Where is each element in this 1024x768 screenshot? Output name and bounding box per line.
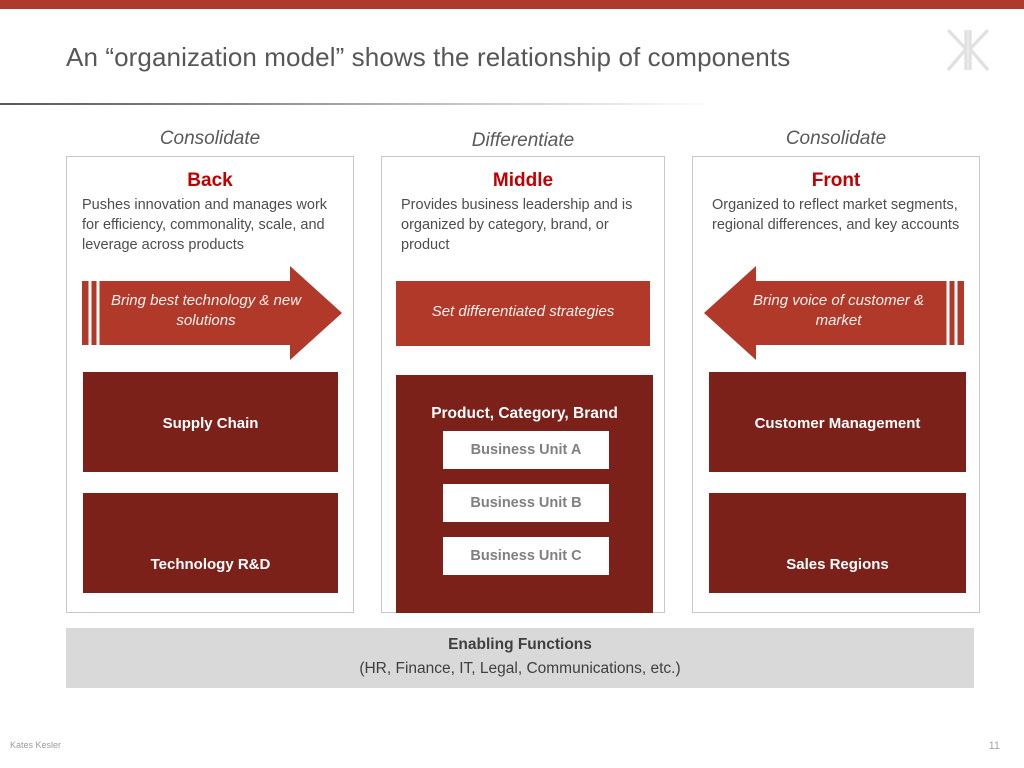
band-label-front: Consolidate <box>785 128 887 149</box>
title-divider <box>0 103 716 105</box>
block-label: Technology R&D <box>150 556 271 573</box>
block-technology-rd: Technology R&D <box>83 493 338 593</box>
footer-brand: Kates Kesler <box>10 740 62 750</box>
block-product-category-brand: Product, Category, Brand Business Unit A… <box>396 375 653 613</box>
block-sales-regions: Sales Regions <box>709 493 966 593</box>
enabling-functions-detail: (HR, Finance, IT, Legal, Communications,… <box>359 660 681 677</box>
column-card-middle: Middle Provides business leadership and … <box>381 156 665 613</box>
block-customer-management: Customer Management <box>709 372 966 472</box>
block-business-unit-b: Business Unit B <box>443 484 609 522</box>
card-description-middle: Provides business leadership and is orga… <box>401 197 633 253</box>
card-description-back: Pushes innovation and manages work for e… <box>82 197 328 253</box>
card-description-front: Organized to reflect market segments, re… <box>712 197 960 233</box>
kates-kesler-logo-icon <box>940 27 996 73</box>
banner-set-differentiated-strategies: Set differentiated strategies <box>396 281 650 346</box>
card-title-front: Front <box>811 170 861 191</box>
block-business-unit-a: Business Unit A <box>443 431 609 469</box>
arrow-label-back: Bring best technology & new solutions <box>110 292 302 329</box>
block-label: Product, Category, Brand <box>431 405 618 422</box>
block-label: Sales Regions <box>786 556 889 573</box>
column-card-front: Front Organized to reflect market segmen… <box>692 156 980 613</box>
card-title-back: Back <box>187 170 233 191</box>
card-title-middle: Middle <box>492 170 554 191</box>
band-label-middle: Differentiate <box>471 130 575 151</box>
block-business-unit-c: Business Unit C <box>443 537 609 575</box>
banner-label: Set differentiated strategies <box>431 303 615 320</box>
column-card-back: Back Pushes innovation and manages work … <box>66 156 354 613</box>
page-title: An “organization model” shows the relati… <box>66 42 791 72</box>
block-label: Customer Management <box>754 415 921 432</box>
block-supply-chain: Supply Chain <box>83 372 338 472</box>
enabling-functions-band: Enabling Functions (HR, Finance, IT, Leg… <box>66 628 974 688</box>
band-label-back: Consolidate <box>159 128 261 149</box>
arrow-label-front: Bring voice of customer & market <box>753 292 924 329</box>
enabling-functions-title: Enabling Functions <box>448 636 592 653</box>
top-accent-bar <box>0 0 1024 9</box>
block-label: Supply Chain <box>162 415 259 432</box>
footer-page-number: 11 <box>988 740 1000 752</box>
